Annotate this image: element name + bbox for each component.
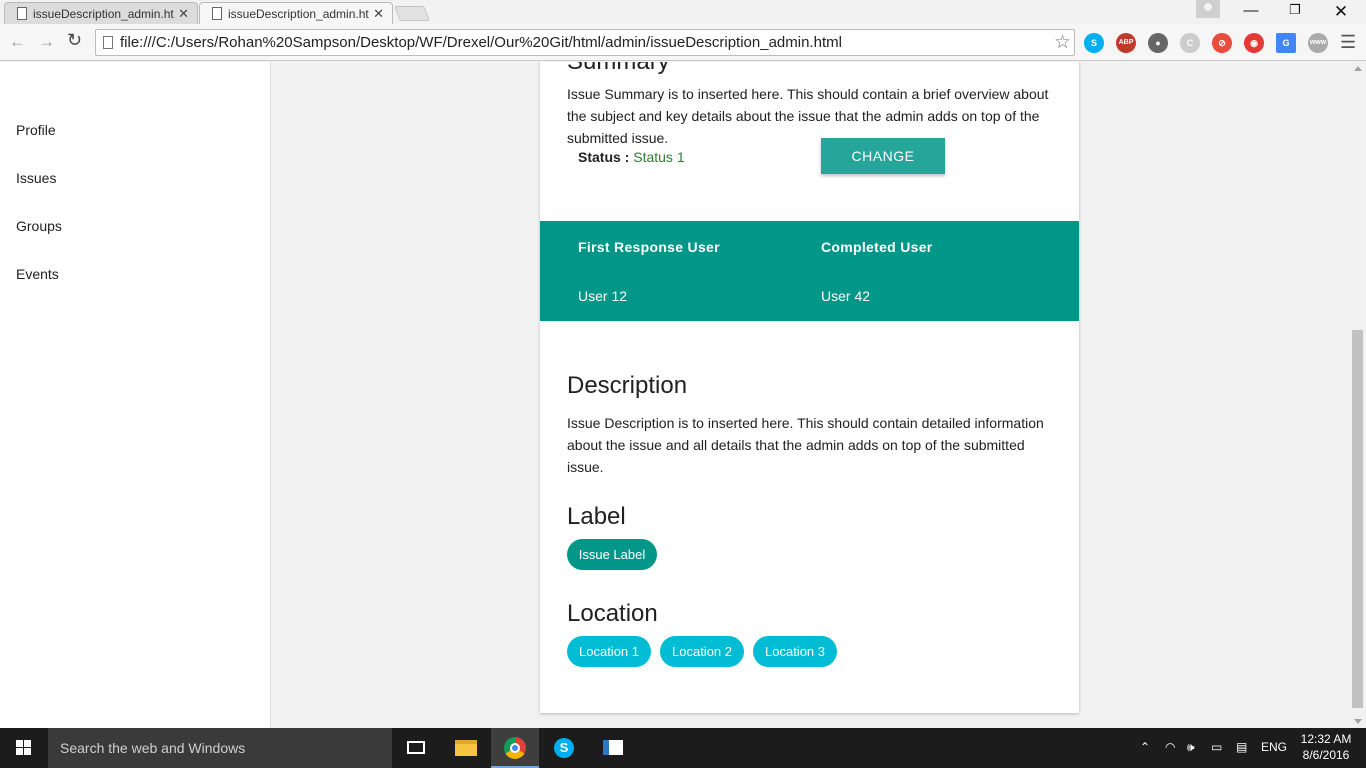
blocker-icon[interactable]: ⊘ <box>1212 33 1232 53</box>
vertical-scrollbar[interactable] <box>1350 62 1366 728</box>
tab-close-icon[interactable]: ✕ <box>373 6 384 22</box>
sidebar-item-groups[interactable]: Groups <box>16 218 62 234</box>
bookmark-star-icon[interactable]: ☆ <box>1054 31 1071 54</box>
language-indicator[interactable]: ENG <box>1261 740 1287 754</box>
first-response-header: First Response User <box>578 239 720 255</box>
completed-user: User 42 <box>821 288 871 304</box>
change-status-button[interactable]: CHANGE <box>821 138 945 174</box>
scroll-up-icon[interactable] <box>1354 66 1362 71</box>
taskbar-clock[interactable]: 12:32 AM 8/6/2016 <box>1296 731 1356 763</box>
www-icon[interactable]: www <box>1308 33 1328 53</box>
taskbar-search-placeholder: Search the web and Windows <box>60 740 246 756</box>
battery-icon[interactable]: ▭ <box>1211 740 1222 754</box>
adblock-icon[interactable]: ABP <box>1116 33 1136 53</box>
file-explorer-icon[interactable] <box>442 728 490 768</box>
issue-card: Summary Issue Summary is to inserted her… <box>540 62 1079 713</box>
first-response-user: User 12 <box>578 288 628 304</box>
minimize-button[interactable]: — <box>1228 2 1274 22</box>
app-window-icon[interactable] <box>589 728 637 768</box>
task-view-icon[interactable] <box>392 728 440 768</box>
scroll-down-icon[interactable] <box>1354 719 1362 724</box>
page-icon <box>17 7 27 20</box>
location-chip[interactable]: Location 3 <box>753 636 837 667</box>
status-value: Status 1 <box>633 149 685 165</box>
notifications-icon[interactable]: ▤ <box>1236 740 1247 754</box>
browser-tab-2[interactable]: issueDescription_admin.ht ✕ <box>199 2 393 24</box>
page-icon <box>103 36 113 49</box>
bulb-icon[interactable]: ● <box>1148 33 1168 53</box>
tray-chevron-icon[interactable]: ⌃ <box>1140 740 1150 754</box>
completed-user-header: Completed User <box>821 239 933 255</box>
tab-close-icon[interactable]: ✕ <box>178 6 189 22</box>
description-text: Issue Description is to inserted here. T… <box>567 415 1044 475</box>
user-profile-icon[interactable] <box>1196 0 1220 18</box>
new-tab-button[interactable] <box>394 6 430 21</box>
scroll-thumb[interactable] <box>1352 330 1363 708</box>
sidebar: Profile Issues Groups Events <box>0 62 271 728</box>
browser-tab-1[interactable]: issueDescription_admin.ht ✕ <box>4 2 198 24</box>
tab-strip: issueDescription_admin.ht ✕ issueDescrip… <box>0 0 1366 24</box>
tab-title: issueDescription_admin.ht <box>33 7 174 21</box>
summary-text: Issue Summary is to inserted here. This … <box>567 86 1049 146</box>
tab-title: issueDescription_admin.ht <box>228 7 369 21</box>
issue-label-chip[interactable]: Issue Label <box>567 539 657 570</box>
location-chip[interactable]: Location 1 <box>567 636 651 667</box>
close-window-button[interactable]: ✕ <box>1318 2 1364 22</box>
page-icon <box>212 7 222 20</box>
label-heading: Label <box>567 503 626 530</box>
status-row: Status : Status 1 <box>578 149 685 165</box>
sidebar-item-events[interactable]: Events <box>16 266 59 282</box>
skype-icon[interactable]: S <box>1084 33 1104 53</box>
chrome-icon[interactable] <box>491 728 539 768</box>
volume-icon[interactable]: 🕪 <box>1187 740 1195 755</box>
reload-icon[interactable]: ↻ <box>67 30 82 51</box>
location-heading: Location <box>567 600 658 627</box>
windows-logo-icon <box>16 740 23 747</box>
start-button[interactable] <box>0 728 48 768</box>
sidebar-item-profile[interactable]: Profile <box>16 122 56 138</box>
description-heading: Description <box>567 372 688 399</box>
taskbar-search[interactable]: Search the web and Windows <box>48 728 392 768</box>
clock-time: 12:32 AM <box>1300 732 1352 746</box>
skype-taskbar-icon[interactable]: S <box>540 728 588 768</box>
translate-icon[interactable]: G <box>1276 33 1296 53</box>
location-chip[interactable]: Location 2 <box>660 636 744 667</box>
menu-icon[interactable]: ☰ <box>1340 32 1356 53</box>
page-viewport: Profile Issues Groups Events Summary Iss… <box>0 62 1350 728</box>
url-text: file:///C:/Users/Rohan%20Sampson/Desktop… <box>120 34 842 51</box>
wifi-icon[interactable]: ◠ <box>1165 740 1175 754</box>
forward-arrow-icon[interactable]: → <box>38 32 55 52</box>
status-label: Status : <box>578 149 630 165</box>
back-arrow-icon[interactable]: ← <box>9 32 26 52</box>
restore-button[interactable]: ❐ <box>1272 2 1318 22</box>
address-bar[interactable]: file:///C:/Users/Rohan%20Sampson/Desktop… <box>95 29 1075 56</box>
windows-taskbar: Search the web and Windows S ⌃ ◠ 🕪 ▭ ▤ E… <box>0 728 1366 768</box>
clock-date: 8/6/2016 <box>1302 748 1350 762</box>
users-band: First Response User Completed User User … <box>540 221 1079 321</box>
browser-toolbar: ← → ↻ file:///C:/Users/Rohan%20Sampson/D… <box>0 24 1366 61</box>
refresh-ext-icon[interactable]: C <box>1180 33 1200 53</box>
record-icon[interactable]: ◉ <box>1244 33 1264 53</box>
sidebar-item-issues[interactable]: Issues <box>16 170 56 186</box>
summary-heading: Summary <box>567 62 670 76</box>
